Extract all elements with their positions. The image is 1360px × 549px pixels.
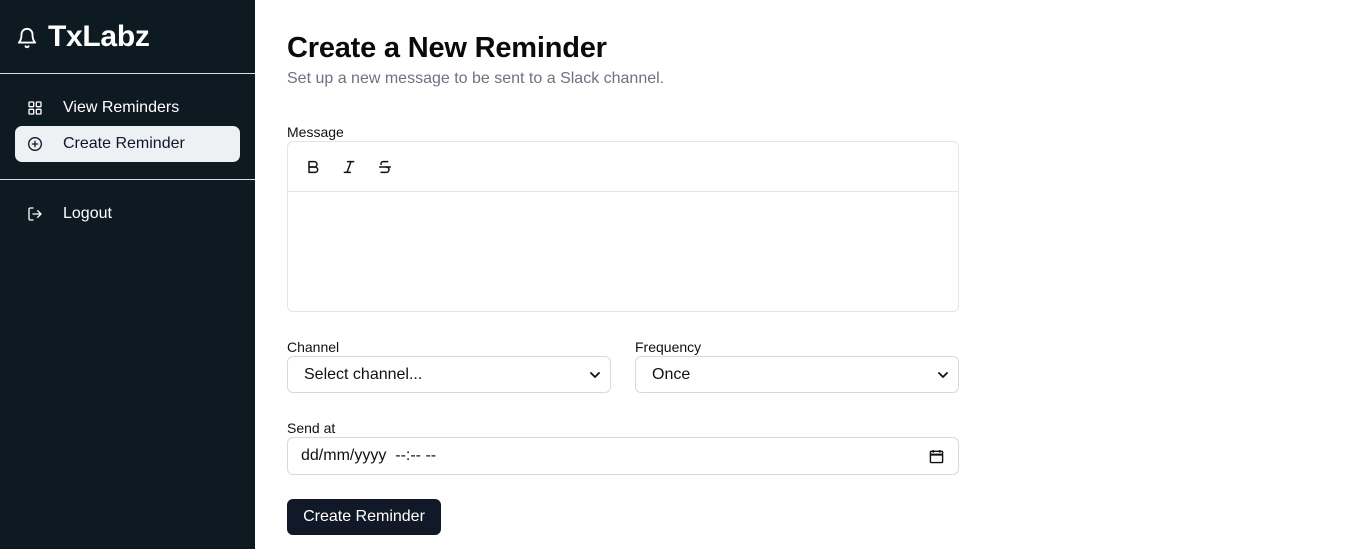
chevron-down-icon xyxy=(590,372,600,378)
editor-toolbar xyxy=(288,142,958,192)
bold-button[interactable] xyxy=(304,158,322,176)
sidebar-item-label: View Reminders xyxy=(63,99,180,116)
sidebar: TxLabz View Reminders Create Reminder Lo… xyxy=(0,0,255,549)
page-title: Create a New Reminder xyxy=(287,32,607,64)
sidebar-item-view-reminders[interactable]: View Reminders xyxy=(15,90,240,126)
channel-select-value: Select channel... xyxy=(304,365,423,383)
message-label: Message xyxy=(287,124,344,140)
italic-icon xyxy=(343,160,355,173)
create-reminder-button[interactable]: Create Reminder xyxy=(287,499,441,535)
send-at-input[interactable]: dd/mm/yyyy --:-- -- xyxy=(287,437,959,475)
logout-icon xyxy=(28,207,42,221)
sidebar-item-create-reminder[interactable]: Create Reminder xyxy=(15,126,240,162)
message-editor xyxy=(287,141,959,312)
logout-label: Logout xyxy=(63,205,112,222)
calendar-icon[interactable] xyxy=(929,449,944,464)
brand[interactable]: TxLabz xyxy=(0,0,255,74)
logout-button[interactable]: Logout xyxy=(15,196,240,232)
send-at-value: dd/mm/yyyy --:-- -- xyxy=(301,447,437,464)
bold-icon xyxy=(308,160,319,173)
italic-button[interactable] xyxy=(340,158,358,176)
frequency-select[interactable]: Once xyxy=(635,356,959,393)
brand-name: TxLabz xyxy=(48,19,150,53)
strikethrough-icon xyxy=(378,160,392,173)
page-subtitle: Set up a new message to be sent to a Sla… xyxy=(287,70,665,87)
bell-icon xyxy=(17,27,37,48)
chevron-down-icon xyxy=(938,372,948,378)
sidebar-nav: View Reminders Create Reminder xyxy=(0,74,255,180)
plus-circle-icon xyxy=(28,137,42,151)
frequency-select-value: Once xyxy=(652,365,691,383)
sidebar-item-label: Create Reminder xyxy=(63,135,185,152)
send-at-label: Send at xyxy=(287,420,336,436)
channel-select[interactable]: Select channel... xyxy=(287,356,611,393)
message-textarea[interactable] xyxy=(288,192,958,311)
frequency-label: Frequency xyxy=(635,339,702,355)
strikethrough-button[interactable] xyxy=(376,158,394,176)
sidebar-footer: Logout xyxy=(0,180,255,232)
grid-icon xyxy=(28,101,42,115)
channel-label: Channel xyxy=(287,339,340,355)
